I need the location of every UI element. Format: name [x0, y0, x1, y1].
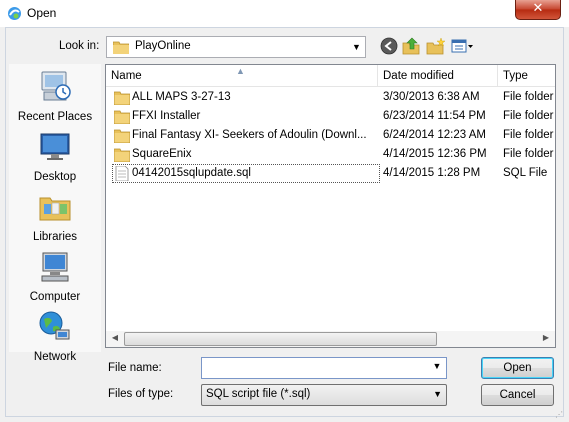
network-icon	[39, 311, 70, 340]
file-name: Final Fantasy XI- Seekers of Adoulin (Do…	[132, 129, 367, 141]
look-in-value: PlayOnline	[135, 40, 191, 52]
column-header-name[interactable]: Name ▲	[106, 65, 378, 87]
scrollbar-thumb[interactable]	[124, 332, 437, 346]
close-icon: ✕	[532, 1, 544, 16]
files-of-type-value: SQL script file (*.sql)	[206, 388, 311, 400]
files-of-type-select[interactable]: SQL script file (*.sql) ▼	[201, 384, 447, 406]
computer-icon	[41, 252, 69, 282]
window-title: Open	[27, 6, 57, 20]
file-name: SquareEnix	[132, 148, 192, 160]
file-list[interactable]: Name ▲ Date modified Type ALL MAPS 3-27-…	[105, 64, 556, 348]
column-label: Type	[503, 70, 528, 82]
place-label: Libraries	[32, 231, 78, 243]
look-in-label: Look in:	[59, 40, 100, 52]
column-label: Name	[111, 70, 142, 82]
resize-grip-icon[interactable]: ⋰	[555, 410, 563, 419]
column-label: Date modified	[383, 70, 454, 82]
place-label: Desktop	[33, 171, 77, 183]
file-type: File folder	[503, 110, 554, 122]
libraries-icon	[39, 197, 71, 221]
file-row[interactable]: SquareEnix 4/14/2015 12:36 PM File folde…	[106, 145, 555, 164]
file-date: 4/14/2015 1:28 PM	[383, 167, 481, 179]
file-name: FFXI Installer	[132, 110, 201, 122]
file-name-input[interactable]	[201, 357, 447, 379]
folder-icon	[114, 129, 130, 143]
chevron-down-icon[interactable]: ▼	[351, 41, 362, 53]
folder-icon	[113, 41, 129, 54]
files-of-type-label: Files of type:	[108, 388, 174, 400]
file-row[interactable]: Final Fantasy XI- Seekers of Adoulin (Do…	[106, 126, 555, 145]
file-name-label: File name:	[108, 362, 162, 374]
place-desktop[interactable]: Desktop	[9, 130, 101, 183]
file-type: File folder	[503, 129, 554, 141]
desktop-icon	[40, 133, 70, 160]
title-bar: Open ✕	[0, 0, 569, 27]
open-button[interactable]: Open	[481, 357, 554, 379]
place-label: Network	[33, 351, 77, 363]
place-label: Computer	[29, 291, 81, 303]
view-menu-button[interactable]	[451, 37, 475, 57]
column-header-type[interactable]: Type	[498, 65, 555, 87]
file-type: SQL File	[503, 167, 548, 179]
column-header-date-modified[interactable]: Date modified	[378, 65, 498, 87]
file-row[interactable]: 04142015sqlupdate.sql 4/14/2015 1:28 PM …	[106, 164, 555, 183]
file-row[interactable]: FFXI Installer 6/23/2014 11:54 PM File f…	[106, 107, 555, 126]
place-computer[interactable]: Computer	[9, 250, 101, 303]
folder-icon	[114, 110, 130, 124]
folder-icon	[114, 91, 130, 105]
chevron-down-icon: ▼	[433, 389, 442, 399]
file-type: File folder	[503, 148, 554, 160]
sql-file-icon	[115, 166, 129, 181]
file-name: ALL MAPS 3-27-13	[132, 91, 231, 103]
chevron-down-icon[interactable]: ▼	[431, 361, 443, 371]
place-recent-places[interactable]: Recent Places	[9, 70, 101, 123]
file-name: 04142015sqlupdate.sql	[132, 167, 251, 179]
back-arrow-icon	[380, 37, 398, 55]
column-header-bar: Name ▲ Date modified Type	[106, 65, 555, 87]
scroll-left-icon[interactable]: ◀	[108, 333, 122, 345]
up-one-level-button[interactable]	[402, 37, 422, 57]
dialog-app-icon	[8, 7, 21, 20]
place-label: Recent Places	[17, 111, 93, 123]
recent-places-icon	[41, 71, 71, 101]
view-menu-icon	[451, 39, 473, 53]
look-in-dropdown[interactable]: PlayOnline ▼	[106, 36, 366, 58]
file-type: File folder	[503, 91, 554, 103]
cancel-button[interactable]: Cancel	[481, 384, 554, 406]
folder-up-icon	[402, 37, 420, 55]
folder-icon	[114, 148, 130, 162]
places-bar: Recent Places Desktop Libraries Computer	[9, 64, 101, 363]
scroll-right-icon[interactable]: ▶	[539, 333, 553, 345]
create-new-folder-button[interactable]	[426, 37, 446, 57]
file-date: 3/30/2013 6:38 AM	[383, 91, 480, 103]
horizontal-scrollbar[interactable]: ◀ ▶	[106, 331, 555, 347]
file-row[interactable]: ALL MAPS 3-27-13 3/30/2013 6:38 AM File …	[106, 88, 555, 107]
file-date: 6/24/2014 12:23 AM	[383, 129, 486, 141]
file-date: 4/14/2015 12:36 PM	[383, 148, 487, 160]
sort-ascending-icon: ▲	[236, 66, 245, 76]
new-folder-icon	[426, 37, 446, 55]
file-date: 6/23/2014 11:54 PM	[383, 110, 486, 122]
place-libraries[interactable]: Libraries	[9, 190, 101, 243]
close-button[interactable]: ✕	[515, 0, 561, 20]
back-button[interactable]	[380, 37, 400, 57]
place-network[interactable]: Network	[9, 310, 101, 363]
